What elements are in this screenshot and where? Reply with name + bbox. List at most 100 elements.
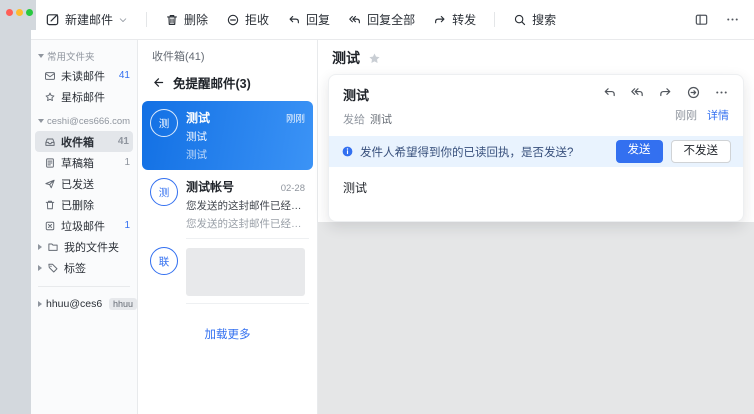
compose-icon xyxy=(45,12,60,27)
mail-title: 测试帐号 xyxy=(186,178,234,195)
reply-icon[interactable] xyxy=(602,85,617,100)
delete-button[interactable]: 删除 xyxy=(165,11,208,28)
folder-my-folders[interactable]: 我的文件夹 xyxy=(31,236,137,257)
window-controls xyxy=(6,9,33,16)
folder-sent[interactable]: 已发送 xyxy=(31,173,137,194)
folder-tags[interactable]: 标签 xyxy=(31,257,137,278)
detail-title-row: 测试 xyxy=(318,40,754,73)
toolbar: 新建邮件 删除 拒收 回复 回复全部 转发 搜索 xyxy=(31,0,754,40)
avatar: 联 xyxy=(150,247,178,275)
forward-button[interactable]: 转发 xyxy=(433,11,476,28)
compose-button[interactable]: 新建邮件 xyxy=(45,11,128,28)
mail-detail-panel: 测试 测试 发给 测试 刚刚 xyxy=(318,40,754,414)
folder-spam[interactable]: 垃圾邮件 1 xyxy=(31,215,137,236)
mail-list-item[interactable]: 测 测试 刚刚 测试 测试 xyxy=(142,101,313,170)
reply-label: 回复 xyxy=(306,11,330,28)
mail-list-item[interactable]: 测 测试帐号 02-28 您发送的这封邮件已经被打开。 您发送的这封邮件已经被打… xyxy=(142,170,313,239)
delete-label: 删除 xyxy=(184,11,208,28)
sender-block: 测试 发给 测试 xyxy=(343,85,392,127)
reading-pane-layout-button[interactable] xyxy=(694,12,709,27)
to-value[interactable]: 测试 xyxy=(370,111,392,127)
send-receipt-button[interactable]: 发送 xyxy=(616,140,663,163)
receipt-prompt: 发件人希望得到你的已读回执，是否发送? xyxy=(360,144,573,160)
zoom-window-button[interactable] xyxy=(26,9,33,16)
reject-button[interactable]: 拒收 xyxy=(226,11,269,28)
mail-list-item[interactable]: 联 xyxy=(142,239,313,304)
reply-all-button[interactable]: 回复全部 xyxy=(348,11,415,28)
spam-icon xyxy=(44,220,56,232)
mail-time: 02-28 xyxy=(281,183,305,194)
mail-title: 测试 xyxy=(186,109,210,126)
draft-icon xyxy=(44,157,56,169)
search-button[interactable]: 搜索 xyxy=(513,11,556,28)
reply-all-icon[interactable] xyxy=(630,85,645,100)
details-link[interactable]: 详情 xyxy=(707,107,729,123)
tag-icon xyxy=(47,262,59,274)
reject-label: 拒收 xyxy=(245,11,269,28)
folder-drafts[interactable]: 草稿箱 1 xyxy=(31,152,137,173)
common-folders-header[interactable]: 常用文件夹 xyxy=(31,47,137,65)
unread-mail-icon xyxy=(44,70,56,82)
load-more-link[interactable]: 加载更多 xyxy=(138,326,317,342)
mail-subject: 您发送的这封邮件已经被打开。 xyxy=(186,198,305,213)
folder-starred[interactable]: 星标邮件 xyxy=(31,86,137,107)
folder-deleted[interactable]: 已删除 xyxy=(31,194,137,215)
star-toggle-icon[interactable] xyxy=(368,52,381,65)
mail-time: 刚刚 xyxy=(286,111,305,125)
search-icon xyxy=(513,13,527,27)
folder-label: 垃圾邮件 xyxy=(61,218,105,234)
back-to-inbox[interactable]: 免提醒邮件(3) xyxy=(138,66,317,101)
folder-label: 星标邮件 xyxy=(61,89,105,105)
account-header-ceshi[interactable]: ceshi@ces666.com xyxy=(31,111,137,131)
folder-panel: 常用文件夹 未读邮件 41 星标邮件 ceshi@ces666.com 收件箱 … xyxy=(31,40,138,414)
account-email: hhuu@ces666... xyxy=(46,298,102,310)
caret-right-icon xyxy=(38,244,42,250)
folder-count: 41 xyxy=(119,70,130,81)
to-label: 发给 xyxy=(343,111,365,127)
account-email: ceshi@ces666.com xyxy=(47,116,130,127)
compose-label: 新建邮件 xyxy=(65,11,113,28)
forward-label: 转发 xyxy=(452,11,476,28)
search-label: 搜索 xyxy=(532,11,556,28)
folder-divider xyxy=(38,286,130,287)
folder-label: 收件箱 xyxy=(61,134,94,150)
folder-count: 41 xyxy=(118,136,129,147)
caret-down-icon xyxy=(38,119,44,123)
time-row: 刚刚 详情 xyxy=(675,107,729,123)
dont-send-receipt-button[interactable]: 不发送 xyxy=(671,140,732,163)
minimize-window-button[interactable] xyxy=(16,9,23,16)
paper-plane-icon xyxy=(44,178,56,190)
star-icon xyxy=(44,91,56,103)
read-receipt-banner: 发件人希望得到你的已读回执，是否发送? 发送 不发送 xyxy=(329,136,743,167)
caret-right-icon xyxy=(38,265,42,271)
forward-icon[interactable] xyxy=(658,85,673,100)
account-badge: hhuu xyxy=(109,298,137,310)
sender-name: 测试 xyxy=(343,85,392,104)
app-rail xyxy=(0,0,31,414)
mail-preview: 测试 xyxy=(186,147,305,162)
minus-circle-icon xyxy=(226,13,240,27)
redirect-icon[interactable] xyxy=(686,85,701,100)
reply-all-icon xyxy=(348,13,362,27)
mail-list-panel: 收件箱(41) 免提醒邮件(3) 测 测试 刚刚 测试 测试 测 测试帐号 02… xyxy=(138,40,318,414)
folder-unread[interactable]: 未读邮件 41 xyxy=(31,65,137,86)
folder-label: 标签 xyxy=(64,260,86,276)
more-button[interactable] xyxy=(725,12,740,27)
avatar: 测 xyxy=(150,178,178,206)
mail-list-header: 收件箱(41) xyxy=(138,40,317,66)
folder-icon xyxy=(47,241,59,253)
receipt-buttons: 发送 不发送 xyxy=(616,140,732,163)
trash-icon xyxy=(165,13,179,27)
mail-preview: 您发送的这封邮件已经被打开。 xyxy=(186,216,305,231)
info-icon xyxy=(341,145,354,158)
toolbar-right xyxy=(694,12,740,27)
mail-detail-title: 测试 xyxy=(332,48,360,68)
folder-count: 1 xyxy=(124,220,130,231)
mail-body: 测试 xyxy=(329,167,743,208)
close-window-button[interactable] xyxy=(6,9,13,16)
account-header-hhuu[interactable]: hhuu@ces666... hhuu xyxy=(31,293,137,314)
toolbar-separator xyxy=(494,12,495,27)
folder-inbox[interactable]: 收件箱 41 xyxy=(35,131,133,152)
reply-button[interactable]: 回复 xyxy=(287,11,330,28)
more-icon[interactable] xyxy=(714,85,729,100)
